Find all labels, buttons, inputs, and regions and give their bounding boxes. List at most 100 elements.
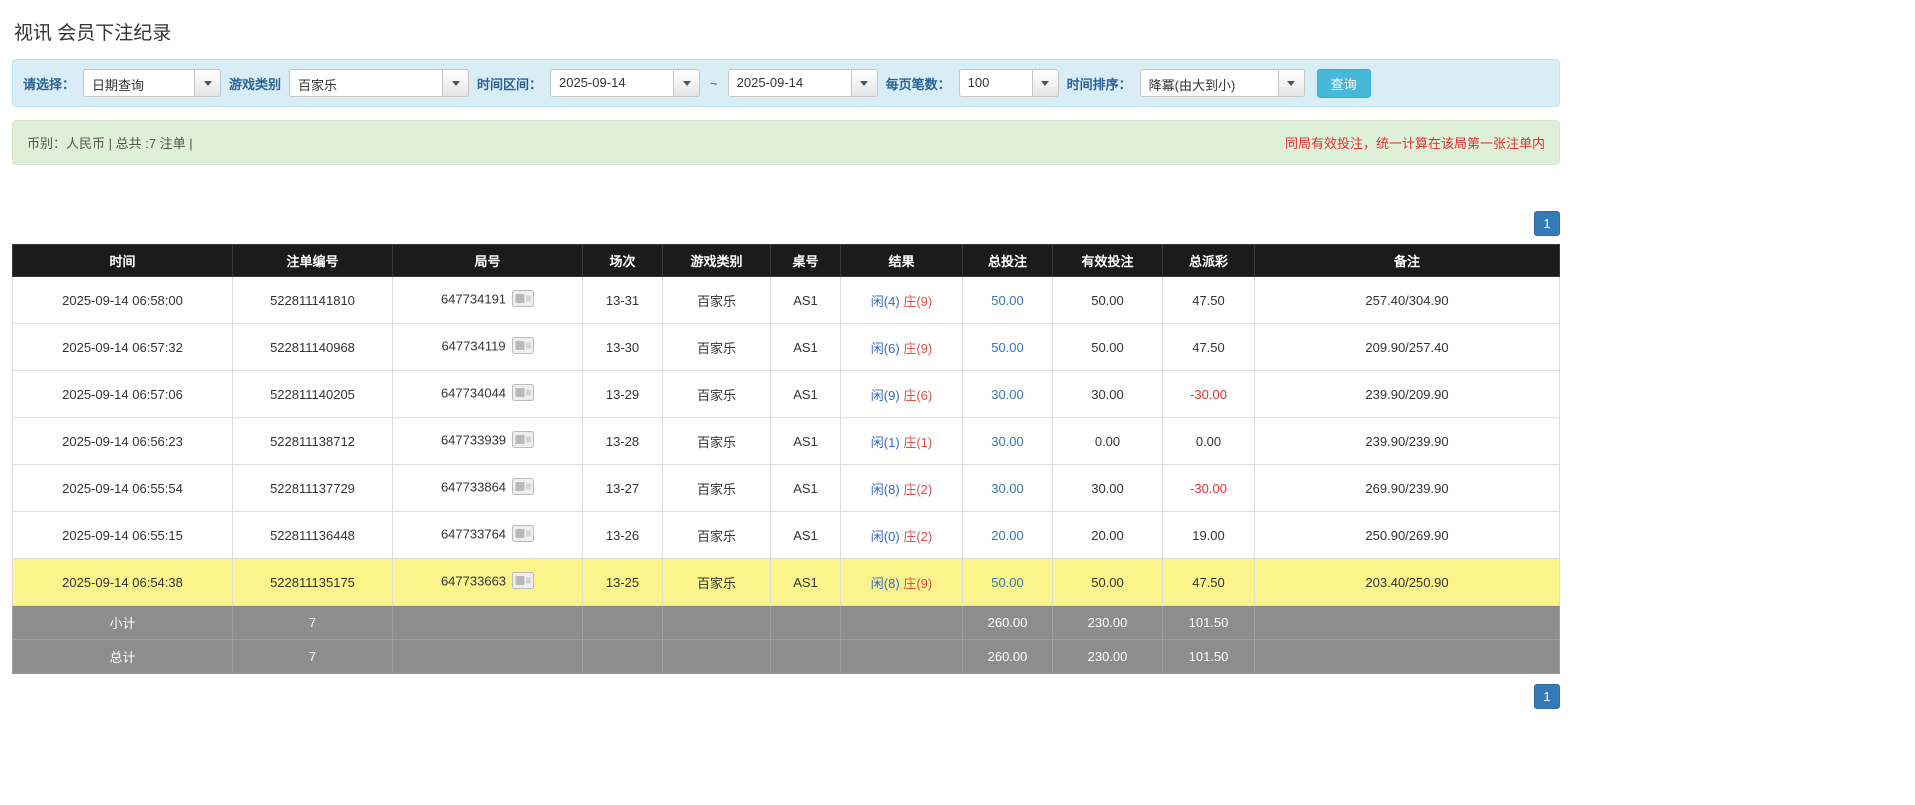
cell-table: AS1 — [770, 323, 841, 371]
cell-total-bet: 50.00 — [962, 323, 1053, 371]
total-label: 总计 — [12, 639, 233, 674]
page-1-button[interactable]: 1 — [1534, 684, 1560, 709]
cell-total-bet: 30.00 — [962, 464, 1053, 512]
page-1-button[interactable]: 1 — [1534, 211, 1560, 236]
round-video-icon[interactable] — [512, 384, 535, 404]
cell-note: 209.90/257.40 — [1254, 323, 1560, 371]
total-bet-link[interactable]: 30.00 — [991, 434, 1024, 449]
round-video-icon[interactable] — [512, 525, 535, 545]
cell-total-bet: 50.00 — [962, 276, 1053, 324]
cell-bet-id: 522811135175 — [232, 558, 393, 606]
total-total-bet: 260.00 — [962, 639, 1053, 674]
chevron-down-button[interactable] — [194, 70, 221, 96]
cell-note: 239.90/239.90 — [1254, 417, 1560, 465]
round-id: 647734119 — [441, 338, 506, 354]
cell-total-bet: 30.00 — [962, 370, 1053, 418]
cell-valid-bet: 50.00 — [1052, 558, 1163, 606]
round-id: 647734044 — [440, 385, 507, 401]
cell-game: 百家乐 — [662, 511, 771, 559]
cell-time: 2025-09-14 06:56:23 — [12, 417, 233, 465]
cell-payout: 47.50 — [1162, 558, 1255, 606]
header-table-no: 桌号 — [770, 244, 841, 277]
round-id: 647733764 — [440, 526, 507, 542]
cell-game: 百家乐 — [662, 370, 771, 418]
chevron-down-button[interactable] — [850, 70, 877, 96]
total-bet-link[interactable]: 30.00 — [991, 387, 1024, 402]
total-bet-link[interactable]: 20.00 — [991, 528, 1024, 543]
cell-session: 13-26 — [582, 511, 663, 559]
cell-note: 203.40/250.90 — [1254, 558, 1560, 606]
chevron-down-button[interactable] — [1277, 70, 1304, 96]
search-button[interactable]: 查询 — [1316, 68, 1371, 98]
subtotal-label: 小计 — [12, 605, 233, 640]
round-video-icon[interactable] — [511, 337, 534, 357]
cell-game: 百家乐 — [662, 417, 771, 465]
table-row: 2025-09-14 06:55:54 522811137729 6477338… — [12, 464, 1560, 512]
cell-table: AS1 — [770, 417, 841, 465]
table-header-row: 时间 注单编号 局号 场次 游戏类别 桌号 结果 总投注 有效投注 总派彩 备注 — [12, 244, 1560, 277]
table-row: 2025-09-14 06:57:32 522811140968 6477341… — [12, 323, 1560, 371]
total-valid-bet: 230.00 — [1052, 639, 1163, 674]
result-player: 闲(1) — [870, 434, 900, 450]
total-bet-link[interactable]: 30.00 — [991, 481, 1024, 496]
round-video-icon[interactable] — [512, 572, 535, 592]
cell-session: 13-31 — [582, 276, 663, 324]
subtotal-total-bet: 260.00 — [962, 605, 1053, 640]
cell-result: 闲(8) 庄(2) — [840, 464, 963, 512]
round-id: 647734191 — [440, 291, 507, 307]
cell-time: 2025-09-14 06:57:32 — [12, 323, 233, 371]
chevron-down-button[interactable] — [1031, 70, 1058, 96]
chevron-down-button[interactable] — [673, 70, 700, 96]
cell-result: 闲(1) 庄(1) — [840, 417, 963, 465]
round-video-icon[interactable] — [512, 290, 535, 310]
date-from-select[interactable]: 2025-09-14 — [550, 69, 701, 97]
query-type-select[interactable]: 日期查询 — [83, 69, 222, 97]
bet-records-table: 时间 注单编号 局号 场次 游戏类别 桌号 结果 总投注 有效投注 总派彩 备注… — [12, 244, 1560, 674]
cell-payout: -30.00 — [1162, 464, 1255, 512]
cell-table: AS1 — [770, 370, 841, 418]
chevron-down-icon — [1287, 80, 1296, 86]
chevron-down-button[interactable] — [442, 70, 469, 96]
table-row: 2025-09-14 06:55:15 522811136448 6477337… — [12, 511, 1560, 559]
header-time: 时间 — [12, 244, 233, 277]
cell-table: AS1 — [770, 464, 841, 512]
valid-bet-notice-text: 同局有效投注，统一计算在该局第一张注单内 — [1284, 136, 1545, 151]
round-id: 647733663 — [440, 573, 507, 589]
total-bet-link[interactable]: 50.00 — [991, 293, 1024, 308]
page-title: 视讯 会员下注纪录 — [14, 23, 172, 44]
cell-note: 239.90/209.90 — [1254, 370, 1560, 418]
cell-result: 闲(9) 庄(6) — [840, 370, 963, 418]
total-payout: 101.50 — [1162, 639, 1255, 674]
header-session: 场次 — [582, 244, 663, 277]
cell-game: 百家乐 — [662, 276, 771, 324]
sort-order-select[interactable]: 降冪(由大到小) — [1139, 69, 1305, 97]
content-area: 视讯 会员下注纪录 请选择： 日期查询 游戏类别 百家乐 时间区间： 2025-… — [12, 0, 1560, 729]
cell-total-bet: 30.00 — [962, 417, 1053, 465]
cell-bet-id: 522811137729 — [232, 464, 393, 512]
total-bet-link[interactable]: 50.00 — [991, 575, 1024, 590]
currency-summary-text: 币别：人民币 | 总共 :7 注单 | — [27, 136, 193, 151]
cell-total-bet: 20.00 — [962, 511, 1053, 559]
game-type-select[interactable]: 百家乐 — [289, 69, 470, 97]
cell-time: 2025-09-14 06:54:38 — [12, 558, 233, 606]
date-to-select[interactable]: 2025-09-14 — [727, 69, 878, 97]
table-row: 2025-09-14 06:57:06 522811140205 6477340… — [12, 370, 1560, 418]
summary-bar: 币别：人民币 | 总共 :7 注单 | 同局有效投注，统一计算在该局第一张注单内 — [12, 120, 1560, 165]
round-video-icon[interactable] — [512, 431, 535, 451]
page-size-select[interactable]: 100 — [958, 69, 1059, 97]
cell-note: 250.90/269.90 — [1254, 511, 1560, 559]
cell-valid-bet: 30.00 — [1052, 370, 1163, 418]
cell-bet-id: 522811140205 — [232, 370, 393, 418]
result-banker: 庄(2) — [903, 528, 933, 544]
round-video-icon[interactable] — [512, 478, 535, 498]
result-banker: 庄(1) — [903, 434, 933, 450]
header-round: 局号 — [392, 244, 583, 277]
cell-round: 647733663 — [392, 558, 583, 606]
cell-result: 闲(0) 庄(2) — [840, 511, 963, 559]
header-bet-id: 注单编号 — [232, 244, 393, 277]
date-to-value: 2025-09-14 — [736, 75, 804, 90]
cell-valid-bet: 20.00 — [1052, 511, 1163, 559]
total-bet-link[interactable]: 50.00 — [991, 340, 1024, 355]
result-player: 闲(0) — [870, 528, 900, 544]
pagination-top: 1 — [12, 211, 1560, 236]
